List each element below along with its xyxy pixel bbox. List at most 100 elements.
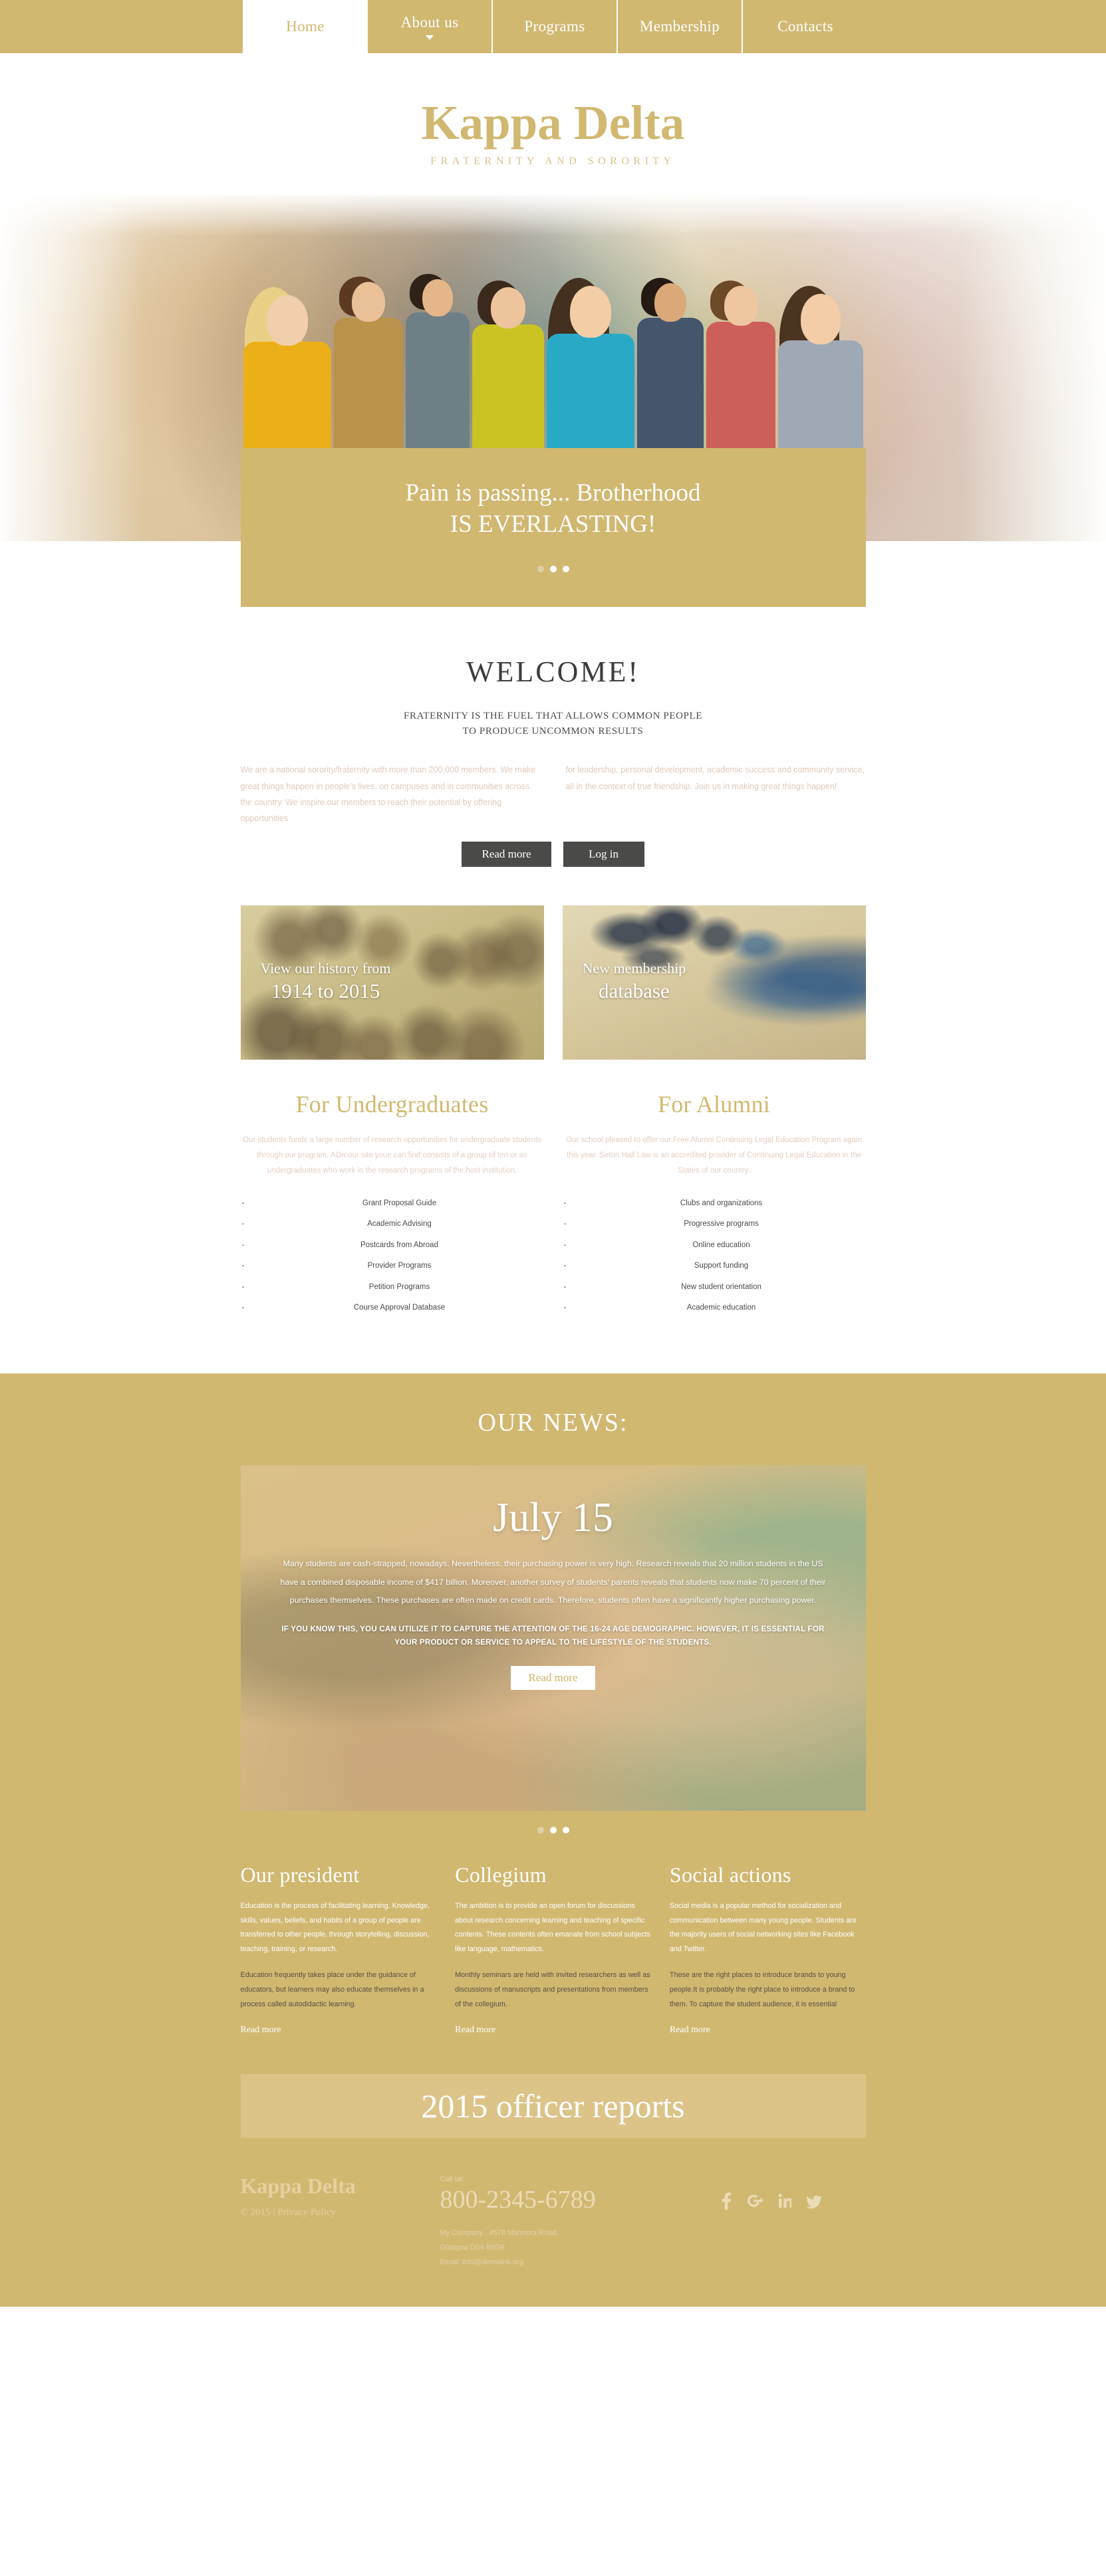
- news-pagination[interactable]: [0, 1827, 1106, 1833]
- hero-dot-3[interactable]: [562, 565, 569, 572]
- footer-address: My Company , 4578 Marmora Road, Glasgow …: [440, 2226, 720, 2270]
- column-social-actions-read-more[interactable]: Read more: [670, 2025, 710, 2036]
- column-alumni-intro: Our school pleased to offer our Free Alu…: [566, 1135, 862, 1175]
- main-navigation: Home About us Programs Membership Contac…: [0, 0, 1106, 53]
- chevron-down-icon: [426, 35, 434, 40]
- hero-dot-2[interactable]: [549, 565, 557, 572]
- google-plus-icon[interactable]: [747, 2192, 763, 2210]
- read-more-button[interactable]: Read more: [462, 841, 551, 867]
- footer-brand-column: Kappa Delta © 2015 | Privacy Policy: [241, 2175, 440, 2270]
- audience-columns: For Undergraduates Our students funds a …: [241, 1090, 866, 1373]
- list-item[interactable]: Academic education: [563, 1298, 866, 1319]
- linkedin-icon[interactable]: [778, 2192, 791, 2210]
- footer-social-links: [720, 2175, 866, 2270]
- column-undergraduates-intro: Our students funds a large number of res…: [243, 1135, 541, 1175]
- twitter-icon[interactable]: [805, 2192, 822, 2210]
- hero-pagination[interactable]: [267, 565, 839, 572]
- nav-item-about-us[interactable]: About us: [368, 0, 493, 53]
- list-item[interactable]: Course Approval Database: [241, 1298, 544, 1319]
- hero-caption-line2: IS EVERLASTING!: [450, 511, 656, 538]
- column-our-president-paragraph2: Education frequently takes place under t…: [240, 1971, 424, 2008]
- footer-brand: Kappa Delta: [240, 2174, 356, 2198]
- list-item[interactable]: Academic Advising: [241, 1214, 544, 1235]
- column-collegium-paragraph2: Monthly seminars are held with invited r…: [455, 1971, 650, 2008]
- nav-item-home[interactable]: Home: [243, 0, 368, 53]
- list-item[interactable]: Grant Proposal Guide: [241, 1193, 544, 1215]
- nav-label-contacts: Contacts: [777, 18, 833, 35]
- welcome-paragraph-right: for leadership, personal development, ac…: [565, 765, 865, 791]
- news-dot-2[interactable]: [549, 1827, 557, 1833]
- site-logo[interactable]: Kappa Delta FRATERNITY AND SORORITY: [0, 53, 1106, 195]
- news-section: OUR NEWS: July 15 Many students are cash…: [0, 1373, 1106, 2307]
- column-undergraduates: For Undergraduates Our students funds a …: [241, 1090, 544, 1319]
- column-our-president-paragraph1: Education is the process of facilitating…: [240, 1902, 430, 1953]
- footer-call-us-label: Call us:: [440, 2175, 465, 2184]
- list-item[interactable]: Support funding: [563, 1256, 866, 1277]
- promo-history-big: 1914 to 2015: [271, 979, 380, 1003]
- nav-label-membership: Membership: [639, 18, 720, 35]
- news-paragraph: Many students are cash-strapped, nowaday…: [280, 1559, 826, 1605]
- promo-boxes: View our history from 1914 to 2015 New m…: [240, 905, 866, 1060]
- brand-title: Kappa Delta: [421, 96, 685, 150]
- footer-phone[interactable]: 800-2345-6789: [440, 2184, 720, 2216]
- welcome-tagline-line2: TO PRODUCE UNCOMMON RESULTS: [462, 725, 644, 737]
- nav-item-membership[interactable]: Membership: [618, 0, 743, 53]
- info-columns-container: Our president Education is the process o…: [240, 1863, 866, 2139]
- news-dot-3[interactable]: [562, 1827, 569, 1833]
- list-item[interactable]: Clubs and organizations: [563, 1193, 866, 1215]
- column-collegium-read-more[interactable]: Read more: [455, 2025, 495, 2036]
- news-date: July 15: [493, 1495, 613, 1540]
- page-root: Home About us Programs Membership Contac…: [0, 0, 1106, 2307]
- promo-membership-database[interactable]: New membership database: [562, 905, 866, 1060]
- footer-address-line1: My Company , 4578 Marmora Road,: [440, 2228, 559, 2237]
- nav-item-contacts[interactable]: Contacts: [743, 0, 868, 53]
- column-our-president-read-more[interactable]: Read more: [241, 2025, 281, 2036]
- list-item[interactable]: Provider Programs: [241, 1256, 544, 1277]
- nav-items-container: Home About us Programs Membership Contac…: [243, 0, 868, 53]
- column-social-actions-paragraph1: Social media is a popular method for soc…: [669, 1902, 857, 1953]
- news-slide-content: July 15 Many students are cash-strapped,…: [241, 1465, 866, 1690]
- log-in-button[interactable]: Log in: [563, 841, 644, 867]
- news-read-more-button[interactable]: Read more: [511, 1665, 595, 1690]
- info-columns: Our president Education is the process o…: [241, 1863, 866, 2036]
- welcome-section: WELCOME! FRATERNITY IS THE FUEL THAT ALL…: [240, 607, 866, 1373]
- promo-history-text: View our history from 1914 to 2015: [261, 960, 391, 1005]
- welcome-heading: WELCOME!: [466, 655, 640, 688]
- column-undergraduates-list: Grant Proposal Guide Academic Advising P…: [241, 1193, 544, 1319]
- list-item[interactable]: Petition Programs: [241, 1277, 544, 1298]
- footer-address-line3[interactable]: Email: info@demolink.org: [440, 2255, 720, 2270]
- promo-history[interactable]: View our history from 1914 to 2015: [240, 905, 544, 1060]
- column-social-actions-paragraph2: These are the right places to introduce …: [669, 1971, 855, 2008]
- nav-item-programs[interactable]: Programs: [493, 0, 618, 53]
- list-item[interactable]: New student orientation: [563, 1277, 866, 1298]
- welcome-paragraph-left: We are a national sorority/fraternity wi…: [240, 765, 536, 824]
- promo-membership-text: New membership database: [583, 960, 686, 1005]
- column-collegium-title: Collegium: [455, 1863, 547, 1887]
- welcome-buttons: Read more Log in: [241, 841, 866, 867]
- column-collegium: Collegium The ambition is to provide an …: [455, 1863, 651, 2036]
- nav-label-programs: Programs: [524, 18, 585, 35]
- nav-label-about-us: About us: [400, 13, 459, 31]
- column-social-actions: Social actions Social media is a popular…: [670, 1863, 866, 2036]
- footer-address-line2: Glasgow D04 89GR: [440, 2243, 505, 2252]
- site-footer: Kappa Delta © 2015 | Privacy Policy Call…: [0, 2138, 1106, 2307]
- hero-dot-1[interactable]: [537, 565, 544, 572]
- news-dot-1[interactable]: [537, 1827, 544, 1833]
- welcome-tagline: FRATERNITY IS THE FUEL THAT ALLOWS COMMO…: [241, 709, 866, 740]
- column-our-president: Our president Education is the process o…: [241, 1863, 437, 2036]
- officer-reports-banner[interactable]: 2015 officer reports: [240, 2074, 866, 2139]
- footer-inner: Kappa Delta © 2015 | Privacy Policy Call…: [241, 2175, 866, 2270]
- promo-history-small: View our history from: [260, 959, 391, 977]
- list-item[interactable]: Online education: [563, 1235, 866, 1256]
- list-item[interactable]: Postcards from Abroad: [241, 1235, 544, 1256]
- brand-subtitle: FRATERNITY AND SORORITY: [430, 156, 676, 167]
- welcome-paragraphs: We are a national sorority/fraternity wi…: [241, 762, 866, 827]
- column-alumni-list: Clubs and organizations Progressive prog…: [563, 1193, 866, 1319]
- promo-membership-small: New membership: [582, 959, 686, 977]
- list-item[interactable]: Progressive programs: [563, 1214, 866, 1235]
- news-emphasis: IF YOU KNOW THIS, YOU CAN UTILIZE IT TO …: [281, 1625, 825, 1647]
- hero-caption-line1: Pain is passing... Brotherhood: [405, 479, 701, 507]
- facebook-icon[interactable]: [720, 2192, 733, 2210]
- footer-copyright[interactable]: © 2015 | Privacy Policy: [241, 2207, 440, 2218]
- privacy-policy-link[interactable]: © 2015 | Privacy Policy: [241, 2207, 337, 2218]
